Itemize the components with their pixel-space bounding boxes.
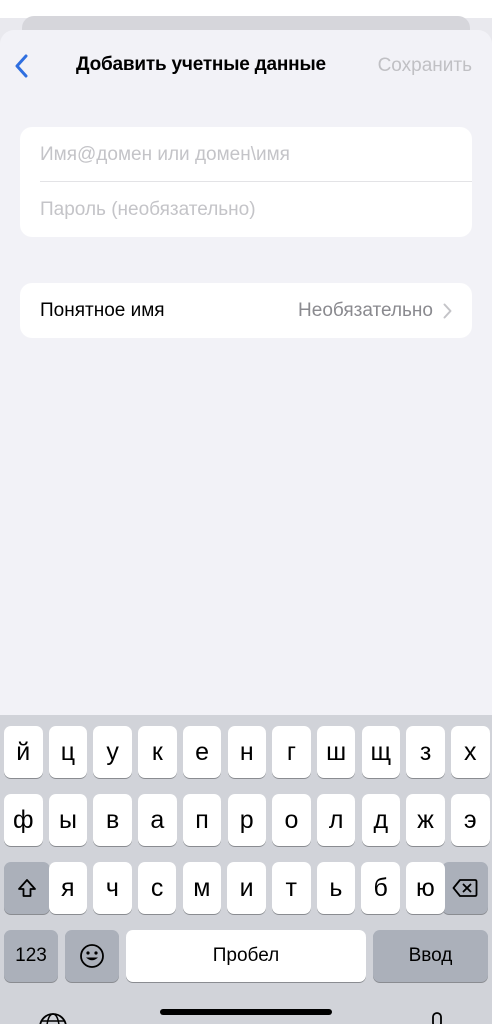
letter-key[interactable]: м: [182, 862, 222, 914]
chevron-left-icon: [15, 54, 28, 78]
microphone-icon[interactable]: [428, 1011, 446, 1024]
letter-key[interactable]: э: [451, 794, 490, 846]
password-input[interactable]: [40, 198, 450, 221]
back-button[interactable]: [6, 48, 36, 84]
letter-key[interactable]: р: [227, 794, 266, 846]
letter-key[interactable]: ч: [93, 862, 132, 914]
letter-key[interactable]: о: [272, 794, 311, 846]
letter-key[interactable]: ю: [406, 862, 445, 914]
emoji-key[interactable]: [65, 930, 119, 982]
letter-key[interactable]: ш: [316, 726, 356, 778]
letter-key[interactable]: ф: [4, 794, 43, 846]
friendly-name-label: Понятное имя: [40, 299, 165, 321]
globe-icon[interactable]: [38, 1011, 68, 1024]
shift-key[interactable]: [4, 862, 50, 914]
shift-icon: [18, 879, 36, 897]
letter-key[interactable]: е: [182, 726, 222, 778]
friendly-name-row[interactable]: Понятное имя Необязательно: [20, 283, 472, 338]
letter-key[interactable]: й: [4, 726, 43, 778]
username-field-row: [20, 127, 472, 182]
letter-key[interactable]: к: [138, 726, 177, 778]
friendly-name-group: Понятное имя Необязательно: [20, 283, 472, 338]
letter-key[interactable]: в: [93, 794, 132, 846]
letter-key[interactable]: х: [451, 726, 490, 778]
numbers-key[interactable]: 123: [4, 930, 58, 982]
letter-key[interactable]: ж: [406, 794, 445, 846]
friendly-name-right: Необязательно: [298, 300, 452, 322]
delete-icon: [452, 879, 478, 897]
emoji-icon: [80, 944, 104, 968]
screen: Добавить учетные данные Сохранить Понятн…: [0, 0, 492, 1024]
letter-key[interactable]: я: [48, 862, 87, 914]
letter-key[interactable]: т: [272, 862, 311, 914]
username-input[interactable]: [40, 143, 450, 166]
save-button[interactable]: Сохранить: [378, 55, 472, 77]
letter-key[interactable]: ы: [48, 794, 88, 846]
space-key[interactable]: Пробел: [126, 930, 366, 982]
delete-key[interactable]: [442, 862, 488, 914]
letter-key[interactable]: н: [227, 726, 266, 778]
letter-key[interactable]: ь: [316, 862, 356, 914]
letter-key[interactable]: у: [93, 726, 132, 778]
letter-key[interactable]: щ: [361, 726, 401, 778]
home-indicator: [160, 1009, 332, 1015]
letter-key[interactable]: с: [137, 862, 177, 914]
letter-key[interactable]: ц: [48, 726, 88, 778]
page-title: Добавить учетные данные: [76, 54, 326, 75]
letter-key[interactable]: б: [361, 862, 400, 914]
letter-key[interactable]: п: [182, 794, 222, 846]
letter-key[interactable]: л: [316, 794, 356, 846]
credentials-group: [20, 127, 472, 237]
keyboard: 123 Пробел Ввод йцукенгшщзх фывапролджэ яч…: [0, 715, 492, 1024]
password-field-row: [20, 182, 472, 237]
letter-key[interactable]: з: [406, 726, 445, 778]
return-key[interactable]: Ввод: [373, 930, 488, 982]
navigation-bar: Добавить учетные данные Сохранить: [0, 30, 492, 104]
chevron-right-icon: [443, 303, 452, 318]
letter-key[interactable]: г: [272, 726, 311, 778]
friendly-name-value: Необязательно: [298, 299, 433, 321]
letter-key[interactable]: а: [138, 794, 177, 846]
letter-key[interactable]: и: [227, 862, 266, 914]
letter-key[interactable]: д: [361, 794, 401, 846]
